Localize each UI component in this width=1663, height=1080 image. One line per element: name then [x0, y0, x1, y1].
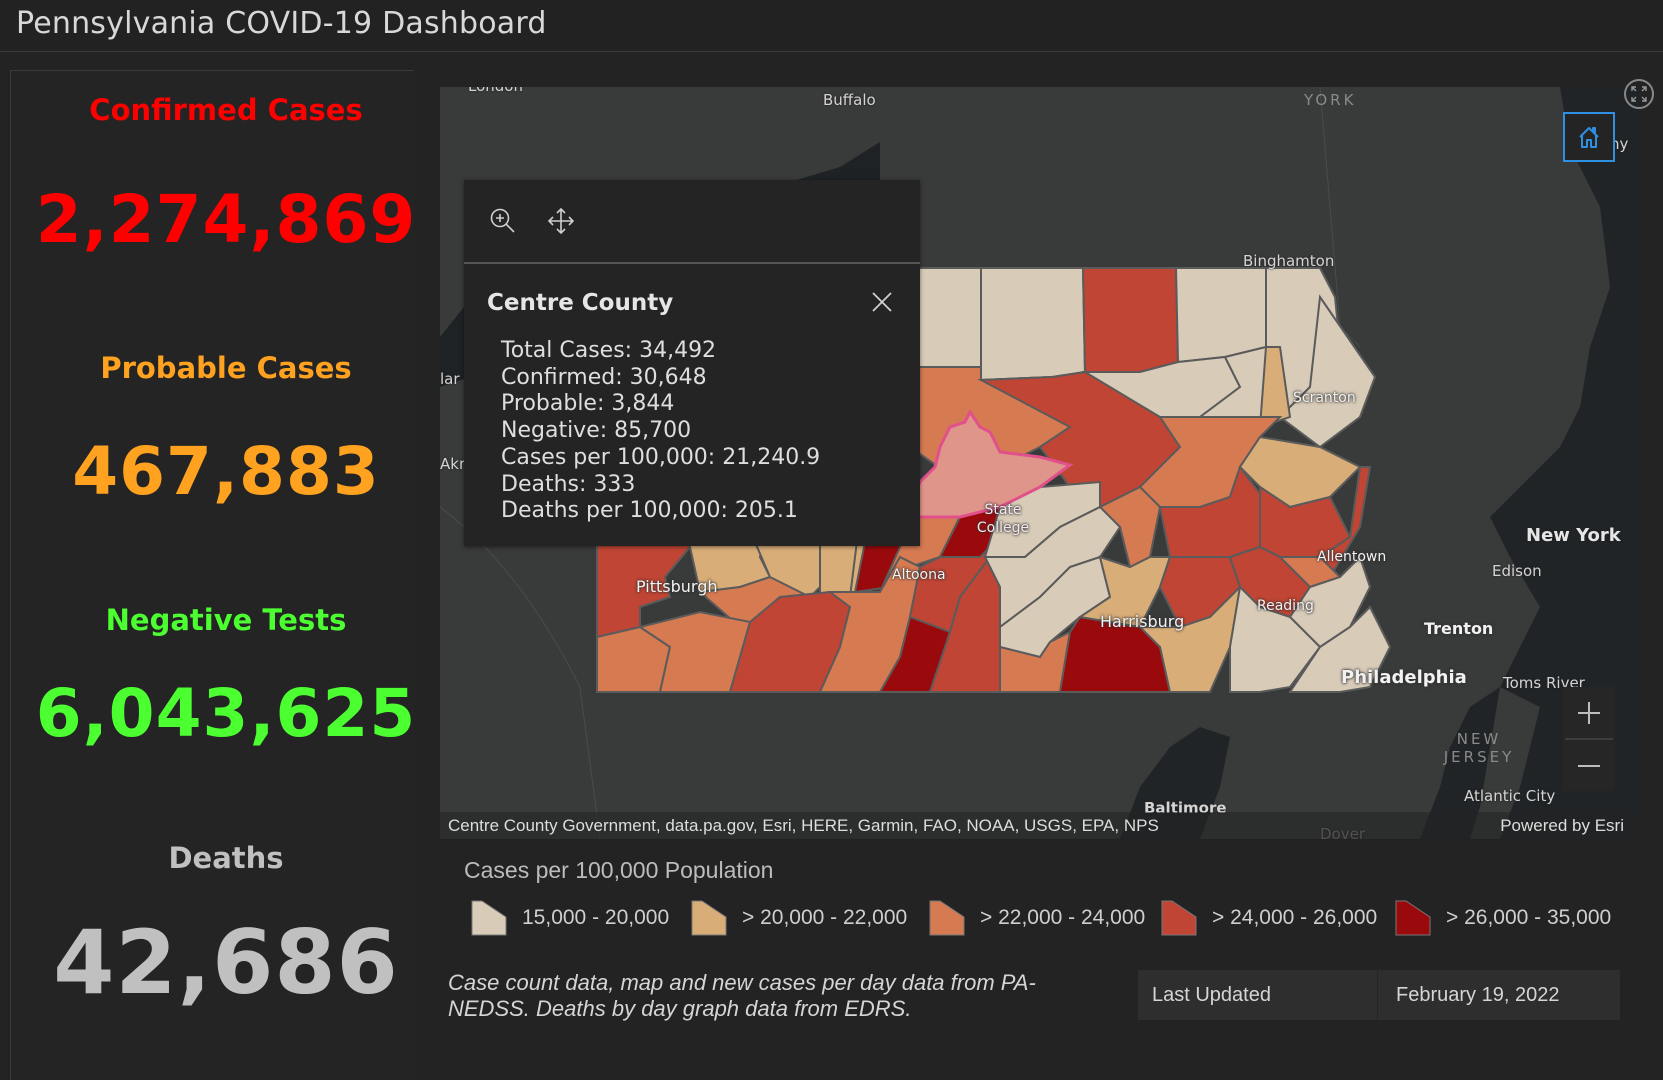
attribution-sources: Centre County Government, data.pa.gov, E… [448, 816, 1159, 835]
negative-tests-value: 6,043,625 [35, 675, 417, 752]
zoom-control [1563, 687, 1615, 791]
map-label-allentown: Allentown [1317, 549, 1387, 565]
map-label-philadelphia: Philadelphia [1341, 667, 1467, 688]
legend-swatch [471, 900, 507, 936]
county-popup: Centre County Total Cases: 34,492 Confir… [464, 180, 920, 546]
legend-item: > 24,000 - 26,000 [1160, 899, 1377, 937]
deaths-value: 42,686 [53, 911, 399, 1014]
probable-cases-value: 467,883 [72, 433, 380, 510]
map-label-atlantic-city: Atlantic City [1464, 787, 1556, 805]
map-legend: Cases per 100,000 Population 15,000 - 20… [450, 855, 1630, 937]
page-title: Pennsylvania COVID-19 Dashboard [16, 6, 547, 41]
map-label-scranton: Scranton [1293, 390, 1356, 406]
map-label-edison: Edison [1492, 562, 1542, 580]
header-bar: Pennsylvania COVID-19 Dashboard [0, 0, 1663, 52]
plus-icon [1578, 701, 1600, 724]
map-label-new-york: New York [1526, 525, 1621, 546]
popup-close-button[interactable] [870, 290, 894, 314]
map-label-trenton: Trenton [1424, 619, 1494, 638]
legend-item: > 20,000 - 22,000 [690, 899, 907, 937]
map-attribution: Centre County Government, data.pa.gov, E… [440, 812, 1640, 840]
legend-swatch [929, 900, 965, 936]
confirmed-cases-value: 2,274,869 [35, 181, 417, 258]
popup-field-probable: Probable: 3,844 [501, 391, 675, 417]
popup-fields: Total Cases: 34,492 Confirmed: 30,648 Pr… [501, 338, 820, 525]
map-label-new-jersey: NEW JERSEY [1443, 730, 1515, 766]
deaths-label: Deaths [168, 841, 284, 875]
data-source-note: Case count data, map and new cases per d… [448, 970, 1036, 1021]
map-label-buffalo: Buffalo [823, 91, 876, 109]
close-icon [872, 292, 892, 312]
popup-toolbar [464, 180, 920, 264]
last-updated-label: Last Updated [1138, 970, 1378, 1020]
popup-field-confirmed: Confirmed: 30,648 [501, 364, 707, 390]
fullscreen-button[interactable] [1624, 79, 1654, 109]
popup-field-deaths: Deaths: 333 [501, 471, 636, 497]
map-label-akron: Akr [440, 455, 466, 473]
map-label-new-york-state: YORK [1304, 91, 1357, 109]
legend-label: > 26,000 - 35,000 [1446, 906, 1612, 929]
powered-by-esri-link[interactable]: Powered by Esri [1500, 816, 1624, 836]
legend-label: > 24,000 - 26,000 [1212, 906, 1378, 929]
popup-title: Centre County [487, 290, 674, 316]
map-label-altoona: Altoona [892, 567, 946, 583]
minus-icon [1578, 764, 1600, 767]
stats-panel: Confirmed Cases 2,274,869 Probable Cases… [10, 70, 415, 1080]
popup-field-cases-per-100k: Cases per 100,000: 21,240.9 [501, 444, 821, 470]
home-button[interactable] [1563, 112, 1615, 162]
legend-title: Cases per 100,000 Population [464, 857, 774, 883]
move-icon [547, 207, 575, 235]
legend-label: 15,000 - 20,000 [522, 906, 670, 929]
probable-cases-label: Probable Cases [100, 351, 352, 385]
legend-swatch [1395, 900, 1431, 936]
popup-field-negative: Negative: 85,700 [501, 418, 692, 444]
map-label-state-college: State College [976, 502, 1030, 536]
zoom-to-button[interactable] [488, 206, 518, 236]
map-label-binghamton: Binghamton [1243, 252, 1335, 270]
legend-item: > 22,000 - 24,000 [928, 899, 1145, 937]
legend-swatch [691, 900, 727, 936]
zoom-to-icon [490, 208, 515, 233]
legend-item: > 26,000 - 35,000 [1394, 899, 1611, 937]
negative-tests-label: Negative Tests [105, 603, 347, 637]
map-label-reading: Reading [1257, 598, 1314, 614]
legend-label: > 20,000 - 22,000 [742, 906, 908, 929]
popup-field-total-cases: Total Cases: 34,492 [501, 338, 717, 363]
map-label-harrisburg: Harrisburg [1100, 612, 1185, 631]
popup-field-deaths-per-100k: Deaths per 100,000: 205.1 [501, 498, 798, 524]
last-updated-value: February 19, 2022 [1396, 984, 1560, 1006]
map-label-pittsburgh: Pittsburgh [636, 577, 718, 596]
home-icon [1579, 127, 1599, 148]
zoom-in-button[interactable] [1563, 687, 1615, 738]
legend-item: 15,000 - 20,000 [470, 899, 669, 937]
map-label-london: London [468, 87, 523, 95]
move-button[interactable] [546, 206, 576, 236]
legend-swatch [1161, 900, 1197, 936]
last-updated-table: Last Updated February 19, 2022 [1138, 970, 1620, 1020]
map-label-cleveland: lar [440, 370, 460, 388]
legend-label: > 22,000 - 24,000 [980, 906, 1146, 929]
confirmed-cases-label: Confirmed Cases [89, 93, 363, 127]
expand-icon [1631, 86, 1647, 102]
zoom-out-button[interactable] [1563, 740, 1615, 791]
